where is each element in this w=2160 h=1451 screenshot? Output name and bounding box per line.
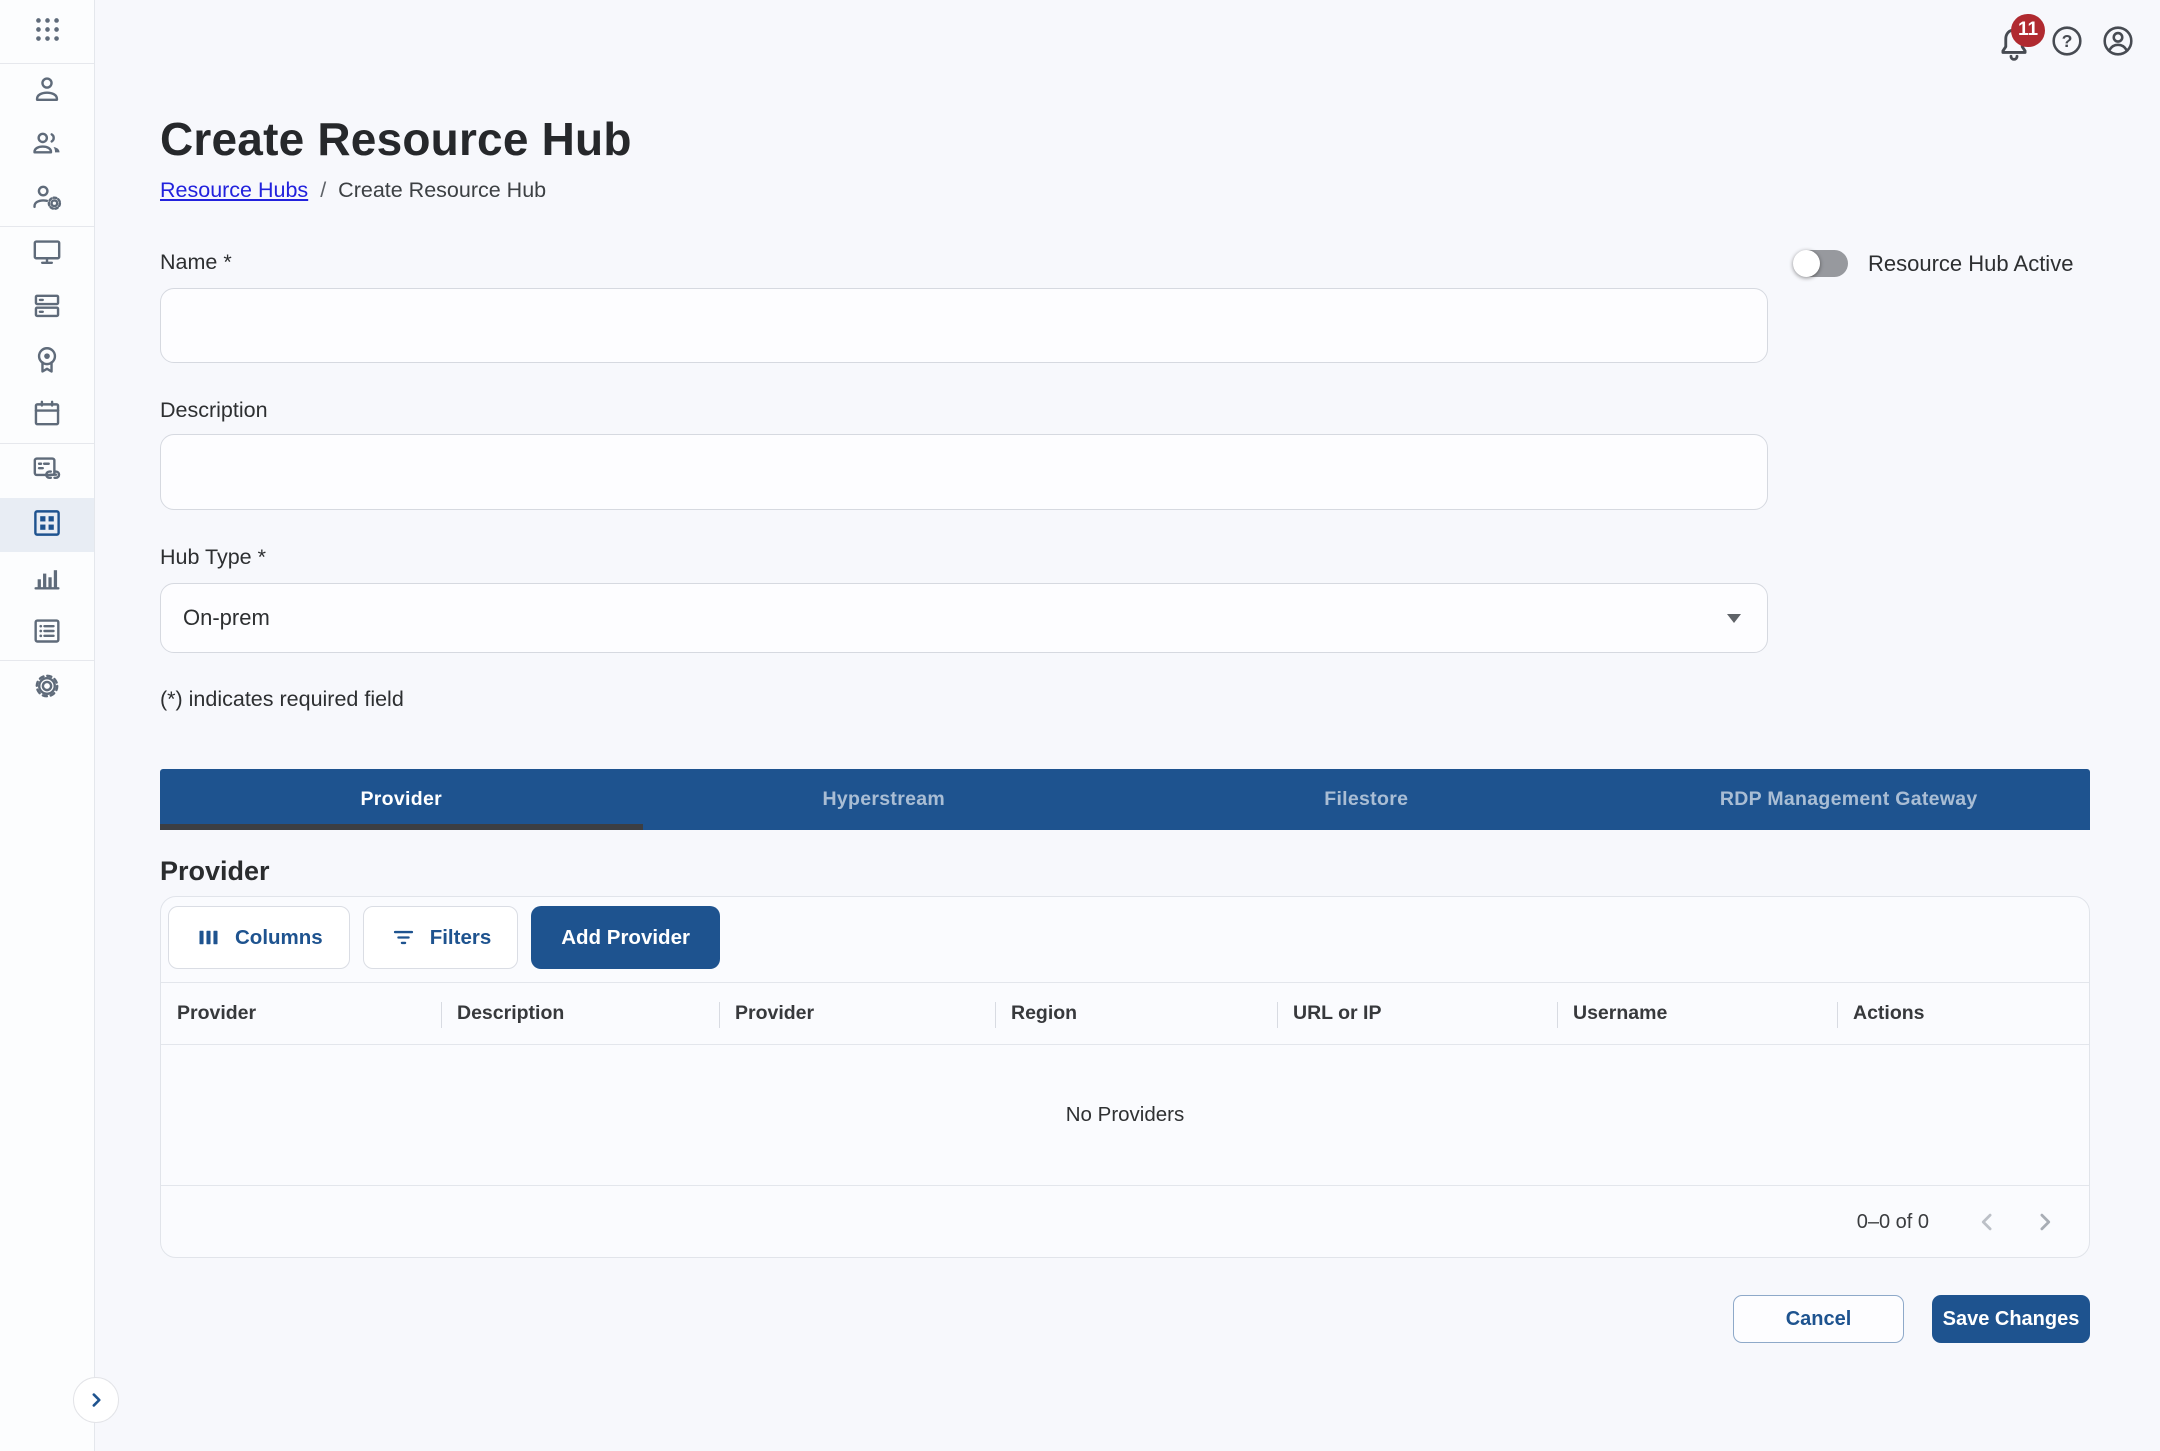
hub-type-label: Hub Type *: [160, 545, 266, 570]
list-alt-icon: [30, 614, 64, 653]
create-resource-hub-page: 11 ? Create Resource Hub Resource Hubs /…: [0, 0, 2160, 1451]
sidebar-expand-button[interactable]: [73, 1377, 119, 1423]
tab-provider[interactable]: Provider: [160, 769, 643, 830]
save-changes-button[interactable]: Save Changes: [1932, 1295, 2090, 1343]
sidebar-item-servers[interactable]: [0, 281, 94, 335]
hub-tabs: Provider Hyperstream Filestore RDP Manag…: [160, 769, 2090, 830]
sidebar-item-users[interactable]: [0, 118, 94, 172]
hub-type-select[interactable]: On-prem: [160, 583, 1768, 653]
breadcrumb-current: Create Resource Hub: [338, 178, 546, 203]
tab-filestore[interactable]: Filestore: [1125, 769, 1608, 830]
footer-actions: Cancel Save Changes: [160, 1295, 2090, 1343]
column-header-url-or-ip[interactable]: URL or IP: [1277, 983, 1557, 1044]
sidebar-item-reports[interactable]: [0, 552, 94, 606]
topbar-actions: 11 ?: [1995, 24, 2135, 63]
sidebar-item-linked-resources[interactable]: [0, 444, 94, 498]
sidebar-item-apps[interactable]: [0, 0, 94, 63]
pagination-range: 0–0 of 0: [1857, 1211, 1929, 1234]
sidebar-item-sessions[interactable]: [0, 335, 94, 389]
breadcrumb-link-resource-hubs[interactable]: Resource Hubs: [160, 178, 308, 203]
grid-squares-icon: [30, 506, 64, 545]
gear-icon: [30, 669, 64, 708]
page-title: Create Resource Hub: [160, 112, 632, 166]
notifications-badge: 11: [2011, 14, 2045, 47]
pagination-next-button[interactable]: [2023, 1200, 2067, 1244]
empty-state-text: No Providers: [161, 1045, 2089, 1185]
sidebar-item-profile[interactable]: [0, 64, 94, 118]
description-input[interactable]: [160, 434, 1768, 510]
chevron-left-icon: [1972, 1207, 2002, 1237]
breadcrumb-separator: /: [320, 178, 326, 203]
name-label: Name *: [160, 250, 232, 275]
hub-type-value: On-prem: [183, 605, 1727, 631]
column-header-username[interactable]: Username: [1557, 983, 1837, 1044]
person-gear-icon: [30, 180, 64, 219]
name-input[interactable]: [160, 288, 1768, 363]
sidebar: [0, 0, 95, 1451]
filters-button[interactable]: Filters: [363, 906, 519, 969]
server-stack-icon: [30, 289, 64, 328]
toggle-thumb: [1793, 250, 1820, 277]
help-icon: ?: [2050, 24, 2084, 58]
account-button[interactable]: [2101, 24, 2135, 63]
help-button[interactable]: ?: [2050, 24, 2084, 63]
view-columns-icon: [195, 924, 222, 951]
sidebar-item-user-management[interactable]: [0, 172, 94, 226]
sidebar-item-schedule[interactable]: [0, 389, 94, 443]
tab-hyperstream[interactable]: Hyperstream: [643, 769, 1126, 830]
notifications-button[interactable]: 11: [1995, 25, 2033, 63]
tab-rdp-management-gateway[interactable]: RDP Management Gateway: [1608, 769, 2091, 830]
cancel-button[interactable]: Cancel: [1733, 1295, 1904, 1343]
monitor-icon: [30, 235, 64, 274]
column-header-description[interactable]: Description: [441, 983, 719, 1044]
sidebar-item-resource-hubs[interactable]: [0, 498, 94, 552]
sidebar-item-desktops[interactable]: [0, 227, 94, 281]
column-header-provider-2[interactable]: Provider: [719, 983, 995, 1044]
svg-text:?: ?: [2062, 31, 2073, 51]
chevron-right-icon: [83, 1387, 109, 1413]
sidebar-item-logs[interactable]: [0, 606, 94, 660]
resource-hub-active-toggle-group: Resource Hub Active: [1796, 250, 2073, 277]
badge-award-icon: [30, 343, 64, 382]
toggle-label: Resource Hub Active: [1868, 251, 2073, 277]
required-field-note: (*) indicates required field: [160, 687, 404, 712]
columns-button-label: Columns: [235, 926, 323, 950]
table-toolbar: Columns Filters Add Provider: [161, 897, 2089, 982]
resource-hub-active-toggle[interactable]: [1796, 250, 1848, 277]
provider-section-heading: Provider: [160, 856, 270, 887]
filter-list-icon: [390, 924, 417, 951]
people-icon: [30, 126, 64, 165]
sidebar-item-settings[interactable]: [0, 661, 94, 715]
bar-chart-icon: [30, 560, 64, 599]
chevron-right-icon: [2030, 1207, 2060, 1237]
apps-grid-icon: [32, 14, 63, 50]
account-icon: [2101, 24, 2135, 58]
column-header-provider[interactable]: Provider: [161, 983, 441, 1044]
card-link-icon: [30, 452, 64, 491]
table-pagination: 0–0 of 0: [161, 1185, 2089, 1258]
breadcrumb: Resource Hubs / Create Resource Hub: [160, 178, 546, 203]
table-header-row: Provider Description Provider Region URL…: [161, 982, 2089, 1045]
calendar-icon: [30, 397, 64, 436]
description-label: Description: [160, 398, 268, 423]
provider-table-card: Columns Filters Add Provider Provider De…: [160, 896, 2090, 1258]
pagination-previous-button[interactable]: [1965, 1200, 2009, 1244]
caret-down-icon: [1727, 614, 1741, 623]
column-header-actions[interactable]: Actions: [1837, 983, 2089, 1044]
add-provider-button[interactable]: Add Provider: [531, 906, 720, 969]
person-icon: [30, 72, 64, 111]
columns-button[interactable]: Columns: [168, 906, 350, 969]
active-tab-indicator: [160, 824, 643, 830]
filters-button-label: Filters: [430, 926, 492, 950]
column-header-region[interactable]: Region: [995, 983, 1277, 1044]
